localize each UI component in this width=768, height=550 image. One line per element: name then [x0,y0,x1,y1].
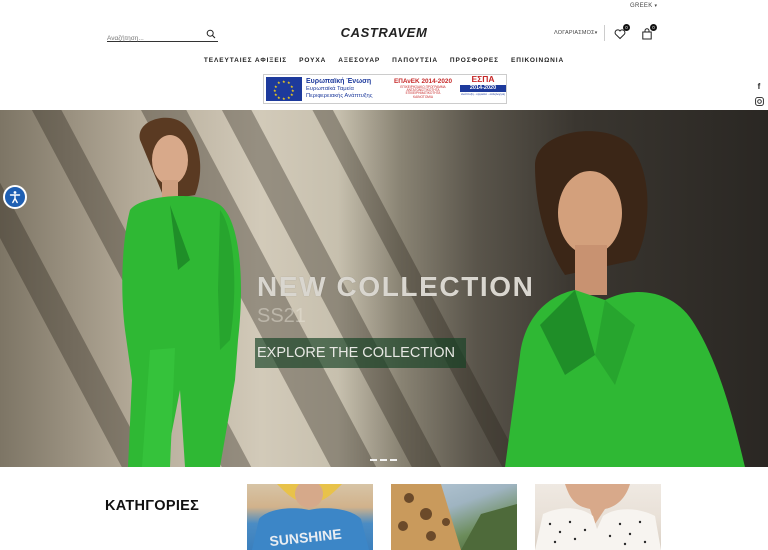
cart-count-badge: 0 [650,24,657,31]
category-card[interactable]: SUNSHINE [247,484,373,550]
category-image [391,484,517,550]
epanek-logo: ΕΠΑνΕΚ 2014-2020 ΕΠΙΧΕΙΡΗΣΙΑΚΟ ΠΡΟΓΡΑΜΜΑ… [392,77,454,99]
model-right-image [505,131,745,467]
slider-dot[interactable] [390,459,397,461]
category-card[interactable] [535,484,661,550]
slider-dot[interactable] [370,459,377,461]
eu-line2: Περιφερειακής Ανάπτυξης [306,93,373,100]
espa-title: ΕΣΠΑ [471,74,495,84]
espa-line: ανάπτυξη - εργασία - αλληλεγγύη [460,92,506,96]
wishlist-button[interactable]: 0 [614,24,630,40]
eu-flag-icon: ★ ★ ★ ★ ★ ★ ★ ★ ★ ★ ★ ★ [266,77,302,101]
chevron-down-icon: ▾ [654,3,658,9]
cart-button[interactable]: 0 [641,24,657,40]
epanek-title: ΕΠΑνΕΚ 2014-2020 [393,77,453,85]
site-logo[interactable]: CASTRAVEM [341,25,428,40]
nav-item-latest-arrivals[interactable]: ΤΕΛΕΥΤΑΙΕΣ ΑΦΙΞΕΙΣ [204,57,287,64]
nav-item-offers[interactable]: ΠΡΟΣΦΟΡΕΣ [450,57,499,64]
category-image: SUNSHINE [252,484,369,550]
espa-logo: ΕΣΠΑ 2014-2020 ανάπτυξη - εργασία - αλλη… [460,75,506,103]
account-label: ΛΟΓΑΡΙΑΣΜΟΣ [554,30,595,36]
language-selector[interactable]: GREEK ▾ [630,3,657,9]
hero-subline: SS21 [257,305,306,327]
wishlist-count-badge: 0 [623,24,630,31]
hero-slider[interactable]: NEW COLLECTION SS21 EXPLORE THE COLLECTI… [0,110,768,467]
espa-years: 2014-2020 [460,84,506,92]
category-card[interactable] [391,484,517,550]
facebook-icon[interactable]: f [753,82,765,94]
nav-item-clothing[interactable]: ΡΟΥΧΑ [299,57,326,64]
accessibility-button[interactable] [3,185,27,209]
nav-item-accessories[interactable]: ΑΞΕΣΟΥΑΡ [338,57,380,64]
categories-title: ΚΑΤΗΓΟΡΙΕΣ [105,498,200,514]
main-nav: ΤΕΛΕΥΤΑΙΕΣ ΑΦΙΞΕΙΣ ΡΟΥΧΑ ΑΞΕΣΟΥΑΡ ΠΑΠΟΥΤ… [0,57,768,64]
search-input[interactable] [107,31,202,46]
nav-item-contact[interactable]: ΕΠΙΚΟΙΝΩΝΙΑ [511,57,564,64]
epanek-line4: ΚΑΙΝΟΤΟΜΙΑ [413,94,433,99]
eu-line1: Ευρωπαϊκά Ταμεία [306,86,354,93]
header-divider [604,25,605,41]
explore-collection-button[interactable]: EXPLORE THE COLLECTION [255,338,466,368]
search-bar [107,27,218,46]
model-left-image [122,117,241,467]
instagram-icon[interactable] [753,97,765,109]
accessibility-icon [9,191,21,204]
category-image [535,484,661,550]
eu-text: Ευρωπαϊκή Ένωση Ευρωπαϊκά Ταμεία Περιφερ… [306,78,386,99]
hero-headline: NEW COLLECTION [257,271,535,302]
nav-item-shoes[interactable]: ΠΑΠΟΥΤΣΙΑ [392,57,438,64]
language-label: GREEK [630,3,653,9]
chevron-down-icon: ▾ [594,30,598,36]
search-icon[interactable] [206,29,216,39]
account-menu[interactable]: ΛΟΓΑΡΙΑΣΜΟΣ▾ [554,30,597,36]
slider-dot[interactable] [380,459,387,461]
eu-funding-banner[interactable]: ★ ★ ★ ★ ★ ★ ★ ★ ★ ★ ★ ★ Ευρωπαϊκή Ένωση Ευρωπα… [263,74,507,104]
slider-pagination [370,459,397,461]
